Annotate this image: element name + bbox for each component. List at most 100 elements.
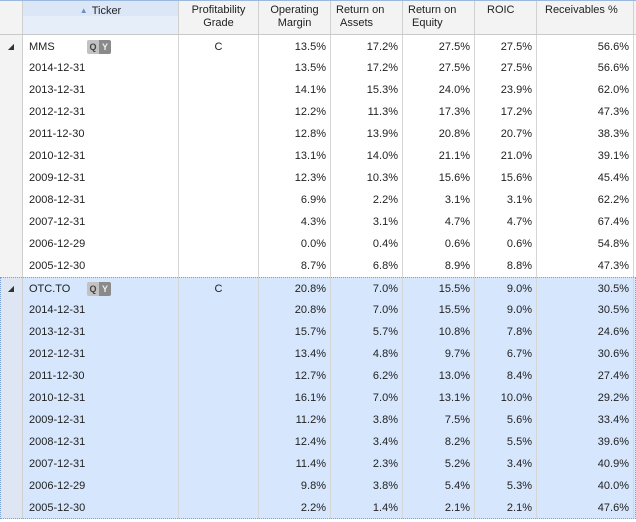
return-on-assets-cell: 7.0%	[331, 387, 403, 409]
receivables-pct-cell: 38.3%	[537, 123, 634, 145]
collapse-toggle-icon[interactable]: ◢	[0, 35, 23, 57]
roic-cell: 10.0%	[475, 387, 537, 409]
period-row[interactable]: 2014-12-31 13.5% 17.2% 27.5% 27.5% 56.6%	[0, 57, 636, 79]
period-row[interactable]: 2005-12-30 8.7% 6.8% 8.9% 8.8% 47.3%	[0, 255, 636, 277]
period-row[interactable]: 2008-12-31 6.9% 2.2% 3.1% 3.1% 62.2%	[0, 189, 636, 211]
return-on-equity-cell: 2.1%	[403, 497, 475, 519]
operating-margin-cell: 20.8%	[259, 277, 331, 299]
roic-cell: 4.7%	[475, 211, 537, 233]
return-on-assets-cell: 7.0%	[331, 277, 403, 299]
quarterly-yearly-toggle[interactable]: QY	[87, 282, 111, 297]
collapse-toggle-icon[interactable]: ◢	[0, 277, 23, 299]
ticker-row[interactable]: ◢ MMS Q Y C 13.5% 17.2% 27.5% 27.5% 56.6%	[0, 35, 636, 57]
receivables-pct-cell: 33.4%	[537, 409, 634, 431]
roic-cell: 7.8%	[475, 321, 537, 343]
yearly-button[interactable]: Y	[99, 40, 111, 55]
profitability-grid: ▲ Ticker Profitability Grade Operating Ma…	[0, 0, 636, 522]
return-on-equity-cell: 0.6%	[403, 233, 475, 255]
period-row[interactable]: 2006-12-29 0.0% 0.4% 0.6% 0.6% 54.8%	[0, 233, 636, 255]
header-label-line1: Profitability	[191, 4, 246, 16]
return-on-equity-cell: 21.1%	[403, 145, 475, 167]
header-label: Receivables %	[545, 4, 618, 16]
receivables-pct-cell: 29.2%	[537, 387, 634, 409]
period-row[interactable]: 2007-12-31 11.4% 2.3% 5.2% 3.4% 40.9%	[0, 453, 636, 475]
receivables-pct-cell: 47.6%	[537, 497, 634, 519]
header-profitability-grade[interactable]: Profitability Grade	[179, 1, 259, 34]
header-ticker[interactable]: ▲ Ticker	[23, 1, 179, 34]
header-return-on-assets[interactable]: Return on Assets	[331, 1, 403, 34]
header-expander-column	[0, 1, 23, 34]
period-row[interactable]: 2011-12-30 12.7% 6.2% 13.0% 8.4% 27.4%	[0, 365, 636, 387]
receivables-pct-cell: 39.6%	[537, 431, 634, 453]
roic-cell: 17.2%	[475, 101, 537, 123]
expander-gutter	[0, 497, 23, 519]
profitability-grade-cell	[179, 365, 259, 387]
quarterly-button[interactable]: Q	[87, 40, 99, 55]
period-row[interactable]: 2009-12-31 12.3% 10.3% 15.6% 15.6% 45.4%	[0, 167, 636, 189]
operating-margin-cell: 9.8%	[259, 475, 331, 497]
operating-margin-cell: 16.1%	[259, 387, 331, 409]
period-date-cell: 2008-12-31	[23, 189, 179, 211]
period-row[interactable]: 2011-12-30 12.8% 13.9% 20.8% 20.7% 38.3%	[0, 123, 636, 145]
period-row[interactable]: 2005-12-30 2.2% 1.4% 2.1% 2.1% 47.6%	[0, 497, 636, 519]
ticker-group: ◢ OTC.TO Q Y C 20.8% 7.0% 15.5% 9.0% 30.5% 2014-12…	[0, 277, 636, 519]
operating-margin-cell: 20.8%	[259, 299, 331, 321]
expander-gutter	[0, 57, 23, 79]
quarterly-button[interactable]: Q	[87, 282, 99, 297]
period-row[interactable]: 2013-12-31 15.7% 5.7% 10.8% 7.8% 24.6%	[0, 321, 636, 343]
receivables-pct-cell: 30.6%	[537, 343, 634, 365]
return-on-equity-cell: 15.5%	[403, 277, 475, 299]
period-row[interactable]: 2008-12-31 12.4% 3.4% 8.2% 5.5% 39.6%	[0, 431, 636, 453]
header-receivables-pct[interactable]: Receivables %	[537, 1, 634, 34]
roic-cell: 27.5%	[475, 35, 537, 57]
period-row[interactable]: 2009-12-31 11.2% 3.8% 7.5% 5.6% 33.4%	[0, 409, 636, 431]
operating-margin-cell: 8.7%	[259, 255, 331, 277]
period-row[interactable]: 2013-12-31 14.1% 15.3% 24.0% 23.9% 62.0%	[0, 79, 636, 101]
period-row[interactable]: 2010-12-31 13.1% 14.0% 21.1% 21.0% 39.1%	[0, 145, 636, 167]
period-row[interactable]: 2006-12-29 9.8% 3.8% 5.4% 5.3% 40.0%	[0, 475, 636, 497]
header-roic[interactable]: ROIC	[475, 1, 537, 34]
period-row[interactable]: 2007-12-31 4.3% 3.1% 4.7% 4.7% 67.4%	[0, 211, 636, 233]
return-on-assets-cell: 3.4%	[331, 431, 403, 453]
period-date-cell: 2006-12-29	[23, 475, 179, 497]
return-on-assets-cell: 3.8%	[331, 409, 403, 431]
period-row[interactable]: 2012-12-31 12.2% 11.3% 17.3% 17.2% 47.3%	[0, 101, 636, 123]
header-label-line1: Return on	[408, 4, 457, 16]
period-row[interactable]: 2010-12-31 16.1% 7.0% 13.1% 10.0% 29.2%	[0, 387, 636, 409]
roic-cell: 6.7%	[475, 343, 537, 365]
expander-gutter	[0, 123, 23, 145]
period-row[interactable]: 2014-12-31 20.8% 7.0% 15.5% 9.0% 30.5%	[0, 299, 636, 321]
receivables-pct-cell: 30.5%	[537, 277, 634, 299]
roic-cell: 27.5%	[475, 57, 537, 79]
ticker-row[interactable]: ◢ OTC.TO Q Y C 20.8% 7.0% 15.5% 9.0% 30.5%	[0, 277, 636, 299]
period-row[interactable]: 2012-12-31 13.4% 4.8% 9.7% 6.7% 30.6%	[0, 343, 636, 365]
profitability-grade-cell: C	[179, 277, 259, 299]
operating-margin-cell: 13.1%	[259, 145, 331, 167]
roic-cell: 8.4%	[475, 365, 537, 387]
roic-cell: 5.6%	[475, 409, 537, 431]
expander-gutter	[0, 233, 23, 255]
profitability-grade-cell	[179, 211, 259, 233]
header-return-on-equity[interactable]: Return on Equity	[403, 1, 475, 34]
period-date-cell: 2010-12-31	[23, 387, 179, 409]
roic-cell: 9.0%	[475, 277, 537, 299]
roic-cell: 5.5%	[475, 431, 537, 453]
period-date-cell: 2009-12-31	[23, 167, 179, 189]
profitability-grade-cell	[179, 255, 259, 277]
header-operating-margin[interactable]: Operating Margin	[259, 1, 331, 34]
quarterly-yearly-toggle[interactable]: QY	[87, 40, 111, 55]
receivables-pct-cell: 62.0%	[537, 79, 634, 101]
operating-margin-cell: 4.3%	[259, 211, 331, 233]
expander-gutter	[0, 409, 23, 431]
period-date-cell: 2005-12-30	[23, 255, 179, 277]
yearly-button[interactable]: Y	[99, 282, 111, 297]
return-on-equity-cell: 20.8%	[403, 123, 475, 145]
profitability-grade-cell	[179, 387, 259, 409]
operating-margin-cell: 0.0%	[259, 233, 331, 255]
receivables-pct-cell: 40.9%	[537, 453, 634, 475]
profitability-grade-cell: C	[179, 35, 259, 57]
return-on-equity-cell: 5.4%	[403, 475, 475, 497]
return-on-equity-cell: 17.3%	[403, 101, 475, 123]
return-on-equity-cell: 4.7%	[403, 211, 475, 233]
roic-cell: 21.0%	[475, 145, 537, 167]
